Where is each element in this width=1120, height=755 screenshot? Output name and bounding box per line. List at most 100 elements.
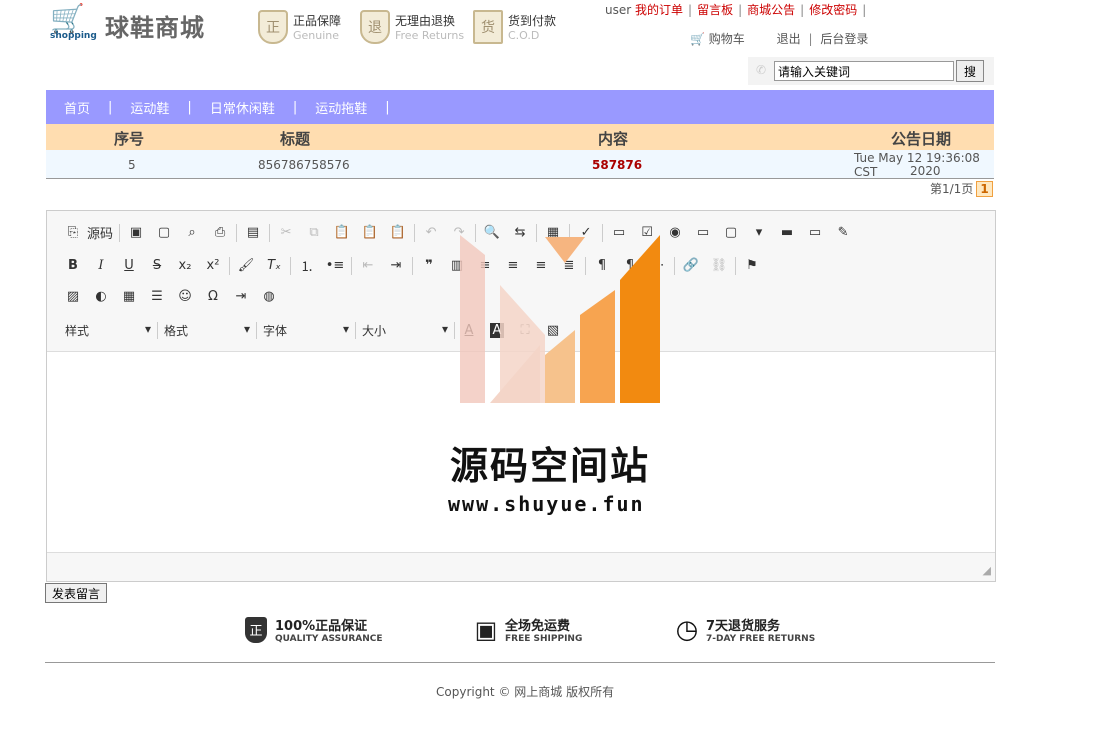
paste-text-icon[interactable]: 📋 (356, 225, 384, 240)
source-button[interactable]: 源码 (87, 223, 113, 242)
textarea-icon[interactable]: ▢ (717, 225, 745, 240)
logo[interactable]: 🛒 shopping (50, 5, 100, 45)
cart-logo-icon: 🛒 (50, 2, 85, 35)
watermark-title: 源码空间站 (450, 444, 651, 488)
font-combo[interactable]: 字体 ▾ (257, 322, 356, 339)
preview-icon[interactable]: ⌕ (178, 225, 206, 240)
image-icon[interactable]: ▨ (59, 289, 87, 304)
cart-icon: 🛒 (690, 32, 705, 46)
size-label: 大小 (362, 324, 387, 338)
cell-id: 5 (128, 158, 136, 172)
unlink-icon[interactable]: ⛓ (705, 258, 733, 273)
badge-title: 正品保障 (293, 14, 342, 28)
numbered-list-icon[interactable]: ⒈ (293, 256, 321, 275)
copyright: Copyright © 网上商城 版权所有 (436, 685, 615, 699)
shield-icon: 正 (258, 10, 288, 44)
paste-word-icon[interactable]: 📋 (384, 225, 412, 240)
italic-icon[interactable]: I (87, 258, 115, 273)
hidden-field-icon[interactable]: ✎ (829, 225, 857, 240)
strike-icon[interactable]: S (143, 258, 171, 273)
cell-content: 587876 (592, 158, 643, 172)
radio-icon[interactable]: ◉ (661, 225, 689, 240)
underline-icon[interactable]: U (115, 258, 143, 273)
select-icon[interactable]: ▾ (745, 225, 773, 240)
link-announcements[interactable]: 商城公告 (747, 3, 795, 17)
admin-login-link[interactable]: 后台登录 (820, 32, 868, 46)
col-id: 序号 (114, 130, 145, 148)
horizontal-rule-icon[interactable]: ☰ (143, 289, 171, 304)
link-change-password[interactable]: 修改密码 (809, 3, 857, 17)
indent-icon[interactable]: ⇥ (382, 258, 410, 273)
cut-icon[interactable]: ✂ (272, 225, 300, 240)
search-input[interactable] (774, 61, 954, 81)
new-page-icon[interactable]: ▢ (150, 225, 178, 240)
copy-icon[interactable]: ⧉ (300, 225, 328, 240)
format-painter-icon[interactable]: 🖌 (232, 258, 260, 273)
table-header: 序号 标题 内容 公告日期 (46, 124, 994, 150)
link-icon[interactable]: 🔗 (677, 258, 705, 273)
search-box: ✆ 搜 (748, 57, 994, 85)
logo-text: shopping (50, 31, 97, 41)
format-label: 格式 (164, 324, 189, 338)
table-icon[interactable]: ▦ (115, 289, 143, 304)
nav-item-sports-shoes[interactable]: 运动鞋 (112, 98, 187, 117)
textfield-icon[interactable]: ▭ (689, 225, 717, 240)
logout-link[interactable]: 退出 (777, 32, 801, 46)
pager-page-1[interactable]: 1 (976, 180, 993, 197)
badge-subtitle: Genuine (293, 29, 340, 42)
feature-subtitle: QUALITY ASSURANCE (275, 634, 383, 644)
bullet-list-icon[interactable]: •≡ (321, 258, 349, 273)
nav-item-slippers[interactable]: 运动拖鞋 (297, 98, 385, 117)
outdent-icon[interactable]: ⇤ (354, 258, 382, 273)
remove-format-icon[interactable]: Tₓ (260, 258, 288, 273)
flash-icon[interactable]: ◐ (87, 289, 115, 304)
smiley-icon[interactable]: ☺ (171, 289, 199, 304)
feature-shipping: ▣ 全场免运费 FREE SHIPPING (475, 615, 583, 645)
feature-subtitle: 7-DAY FREE RETURNS (706, 634, 816, 644)
cart-link[interactable]: 购物车 (709, 32, 745, 46)
size-combo[interactable]: 大小 ▾ (356, 322, 455, 339)
badge-title: 货到付款 (508, 14, 557, 28)
table-row[interactable]: 5 856786758576 587876 Tue May 12 19:36:0… (46, 150, 994, 179)
superscript-icon[interactable]: x² (199, 258, 227, 273)
search-button[interactable]: 搜 (956, 60, 984, 82)
cell-date-year: 2020 (910, 164, 941, 178)
chevron-down-icon: ▾ (342, 322, 349, 336)
print-icon[interactable]: ⎙ (206, 225, 234, 240)
special-char-icon[interactable]: Ω (199, 289, 227, 304)
resize-handle-icon[interactable]: ◢ (983, 564, 991, 577)
cell-title: 856786758576 (258, 158, 350, 172)
top-nav: user 我的订单 | 留言板 | 商城公告 | 修改密码 | (605, 3, 867, 17)
format-combo[interactable]: 格式 ▾ (158, 322, 257, 339)
submit-message-button[interactable]: 发表留言 (45, 583, 108, 603)
col-content: 内容 (598, 130, 629, 148)
button-icon[interactable]: ▬ (773, 225, 801, 240)
source-icon[interactable]: ⎘ (59, 225, 87, 240)
badge-genuine: 正 正品保障 Genuine (258, 10, 341, 44)
nav-item-casual-shoes[interactable]: 日常休闲鞋 (192, 98, 293, 117)
blockquote-icon[interactable]: ❞ (415, 258, 443, 273)
iframe-globe-icon[interactable]: ◍ (255, 289, 283, 304)
styles-combo[interactable]: 样式 ▾ (59, 322, 158, 339)
image-button-icon[interactable]: ▭ (801, 225, 829, 240)
paste-icon[interactable]: 📋 (328, 225, 356, 240)
toolbar-row-3: ▨ ◐ ▦ ☰ ☺ Ω ⇥ ◍ (59, 289, 283, 304)
site-title: 球鞋商城 (105, 14, 205, 42)
template-icon[interactable]: ▤ (239, 225, 267, 240)
page-break-icon[interactable]: ⇥ (227, 289, 255, 304)
link-my-orders[interactable]: 我的订单 (635, 3, 683, 17)
bold-icon[interactable]: B (59, 258, 87, 273)
save-icon[interactable]: ▣ (122, 225, 150, 240)
anchor-flag-icon[interactable]: ⚑ (738, 258, 766, 273)
pager: 第1/1页 1 (930, 180, 993, 197)
watermark-url: www.shuyue.fun (448, 492, 645, 516)
shield-icon: 正 (245, 616, 267, 643)
feature-subtitle: FREE SHIPPING (505, 634, 583, 644)
shield-icon: 退 (360, 10, 390, 44)
nav-item-home[interactable]: 首页 (46, 98, 108, 117)
undo-icon[interactable]: ↶ (417, 225, 445, 240)
link-message-board[interactable]: 留言板 (697, 3, 733, 17)
subscript-icon[interactable]: x₂ (171, 258, 199, 273)
chevron-down-icon: ▾ (144, 322, 151, 336)
footer-divider (45, 662, 995, 663)
